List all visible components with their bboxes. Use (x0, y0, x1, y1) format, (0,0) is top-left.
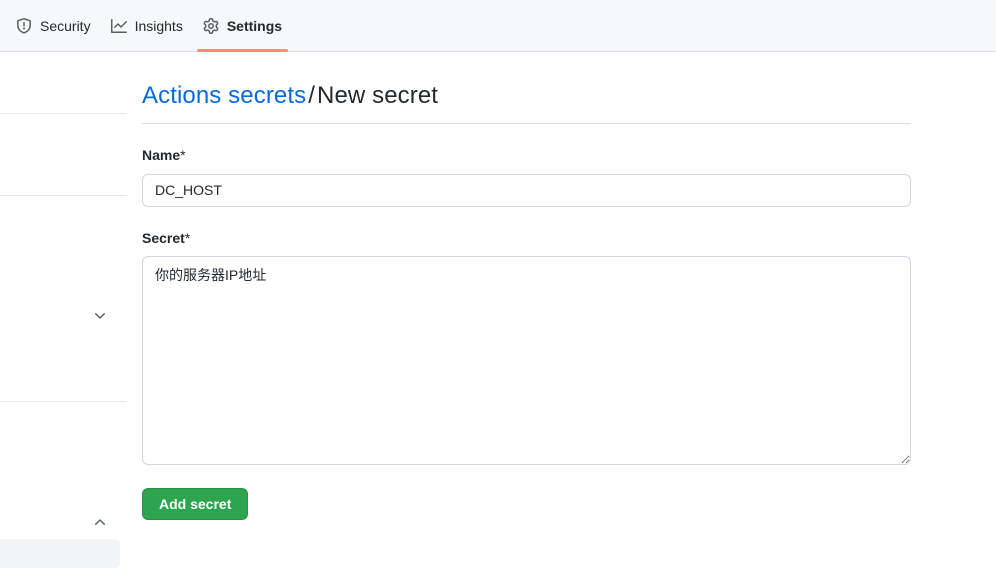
repo-nav-tabs: Security Insights Settings (0, 0, 996, 52)
secret-name-input[interactable] (142, 173, 911, 207)
name-label: Name* (142, 146, 912, 166)
secret-field-group: Secret* 你的服务器IP地址 (142, 229, 912, 466)
add-secret-button[interactable]: Add secret (142, 488, 249, 521)
sidebar-divider (0, 401, 127, 402)
tab-insights[interactable]: Insights (101, 0, 193, 51)
sidebar-divider (0, 195, 127, 196)
sidebar-item-selected[interactable] (0, 539, 120, 568)
secret-required-marker: * (184, 229, 191, 246)
sidebar-divider (0, 113, 127, 114)
title-divider (142, 123, 911, 124)
page-title: Actions secrets/New secret (142, 52, 912, 111)
new-secret-form: Name* Secret* 你的服务器IP地址 Add secret (142, 146, 912, 521)
gear-icon (203, 17, 219, 34)
name-required-marker: * (180, 147, 186, 163)
graph-icon (110, 18, 127, 34)
chevron-down-icon[interactable] (92, 308, 108, 324)
tab-security[interactable]: Security (6, 0, 101, 51)
name-label-text: Name (142, 147, 181, 163)
breadcrumb-actions-secrets-link[interactable]: Actions secrets (142, 82, 306, 109)
tab-security-label: Security (40, 17, 91, 34)
breadcrumb-separator: / (308, 82, 316, 109)
name-field-group: Name* (142, 146, 912, 207)
tab-settings-label: Settings (226, 17, 283, 34)
settings-sidebar-partial: sis (0, 52, 128, 579)
secret-label-text: Secret (142, 229, 185, 246)
shield-exclamation-icon (16, 17, 32, 34)
secret-label: Secret* (142, 229, 912, 249)
repo-nav-bar: Security Insights Settings (0, 0, 996, 52)
tab-insights-label: Insights (134, 17, 183, 34)
secret-value-textarea[interactable]: 你的服务器IP地址 (142, 256, 911, 466)
tab-settings[interactable]: Settings (193, 0, 292, 52)
breadcrumb-current: New secret (317, 82, 439, 109)
main-content: Actions secrets/New secret Name* Secret*… (142, 52, 912, 521)
chevron-up-icon[interactable] (92, 514, 108, 530)
